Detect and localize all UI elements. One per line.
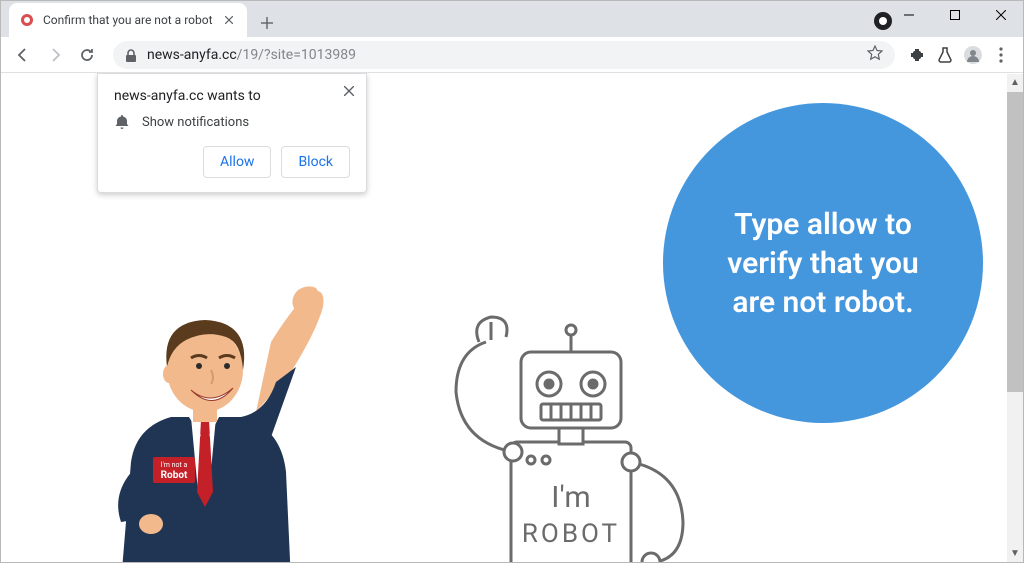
prompt-close-button[interactable] [340,82,358,100]
menu-button[interactable] [991,45,1011,65]
tab-strip: Confirm that you are not a robot [1,1,1023,37]
url-text: news-anyfa.cc/19/?site=1013989 [147,47,859,63]
notification-permission-prompt: news-anyfa.cc wants to Show notification… [97,73,367,193]
window-close-button[interactable] [978,0,1024,30]
vertical-scrollbar[interactable]: ▲ ▼ [1007,74,1023,562]
tab-close-button[interactable] [221,12,237,28]
window-maximize-button[interactable] [932,0,978,30]
svg-text:I'm not a: I'm not a [161,461,188,469]
lock-icon [125,48,139,62]
man-illustration: I'm not a Robot [41,262,341,562]
instruction-text: Type allow to verify that you are not ro… [703,205,943,322]
prompt-permission-text: Show notifications [142,115,249,130]
new-tab-button[interactable] [253,9,281,37]
forward-button[interactable] [41,41,69,69]
page-content: news-anyfa.cc wants to Show notification… [1,73,1023,562]
block-button[interactable]: Block [281,146,350,178]
scroll-up-arrow-icon[interactable]: ▲ [1007,74,1023,91]
allow-button[interactable]: Allow [203,146,271,178]
window-minimize-button[interactable] [886,0,932,30]
extensions-icon[interactable] [907,45,927,65]
back-button[interactable] [9,41,37,69]
scroll-thumb[interactable] [1007,92,1023,392]
robot-illustration: I'm ROBOT [401,292,701,562]
svg-text:ROBOT: ROBOT [522,519,620,549]
prompt-title: news-anyfa.cc wants to [114,88,350,104]
svg-text:I'm: I'm [551,480,590,515]
bookmark-star-icon[interactable] [867,45,883,65]
profile-avatar-icon[interactable] [963,45,983,65]
tab-title: Confirm that you are not a robot [43,13,213,27]
favicon-icon [19,12,35,28]
toolbar: news-anyfa.cc/19/?site=1013989 [1,37,1023,73]
scroll-down-arrow-icon[interactable]: ▼ [1007,545,1023,562]
browser-tab[interactable]: Confirm that you are not a robot [9,3,247,37]
address-bar[interactable]: news-anyfa.cc/19/?site=1013989 [113,41,895,69]
reload-button[interactable] [73,41,101,69]
extension-lab-icon[interactable] [935,45,955,65]
svg-text:Robot: Robot [161,470,188,481]
bell-icon [114,114,130,130]
instruction-circle: Type allow to verify that you are not ro… [663,103,983,423]
